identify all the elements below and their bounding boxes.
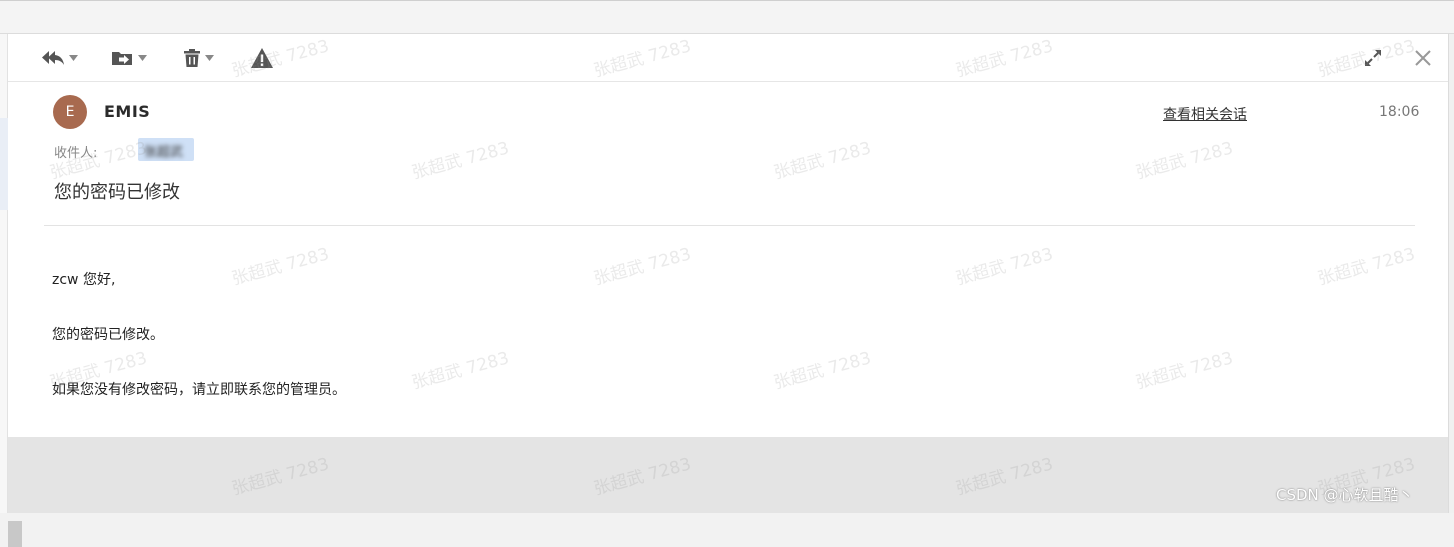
message-subject: 您的密码已修改 (54, 182, 180, 203)
chevron-down-icon[interactable] (69, 55, 78, 61)
message-time: 18:06 (1379, 104, 1420, 120)
body-greeting: zcw 您好, (52, 272, 116, 288)
reader-bottom-area (8, 437, 1448, 513)
reply-all-button[interactable] (40, 46, 78, 70)
chevron-down-icon[interactable] (138, 55, 147, 61)
csdn-credit: CSDN @心软且酷丶 (1276, 486, 1414, 504)
message-panel: E EMIS 查看相关会话 18:06 收件人: 张超武 您的密码已修改 zcw… (8, 34, 1448, 437)
scrollbar-thumb[interactable] (8, 521, 22, 547)
sender-name: EMIS (104, 102, 151, 121)
right-scroll-edge (1448, 34, 1454, 513)
chevron-down-icon[interactable] (205, 55, 214, 61)
message-toolbar (8, 34, 1448, 82)
body-line-2: 如果您没有修改密码，请立即联系您的管理员。 (52, 382, 346, 398)
move-to-folder-button[interactable] (111, 46, 147, 70)
avatar: E (53, 95, 87, 129)
trash-icon (184, 49, 200, 67)
warning-icon (251, 48, 273, 68)
report-spam-button[interactable] (250, 46, 274, 70)
selected-list-item-edge[interactable] (0, 118, 8, 210)
body-line-1: 您的密码已修改。 (52, 327, 164, 343)
expand-icon (1365, 50, 1381, 66)
delete-button[interactable] (182, 46, 214, 70)
close-button[interactable] (1411, 46, 1435, 70)
recipient-label: 收件人: (54, 146, 98, 161)
header-divider (44, 225, 1415, 226)
reply-all-icon (42, 51, 64, 65)
message-list-edge (0, 34, 22, 547)
close-icon (1415, 50, 1431, 66)
recipient-chip[interactable]: 张超武 (138, 138, 194, 161)
move-to-folder-icon (112, 52, 132, 65)
top-strip (0, 0, 1454, 34)
view-related-conversation-link[interactable]: 查看相关会话 (1163, 104, 1247, 124)
recipient-name: 张超武 (144, 145, 184, 160)
expand-button[interactable] (1361, 46, 1385, 70)
